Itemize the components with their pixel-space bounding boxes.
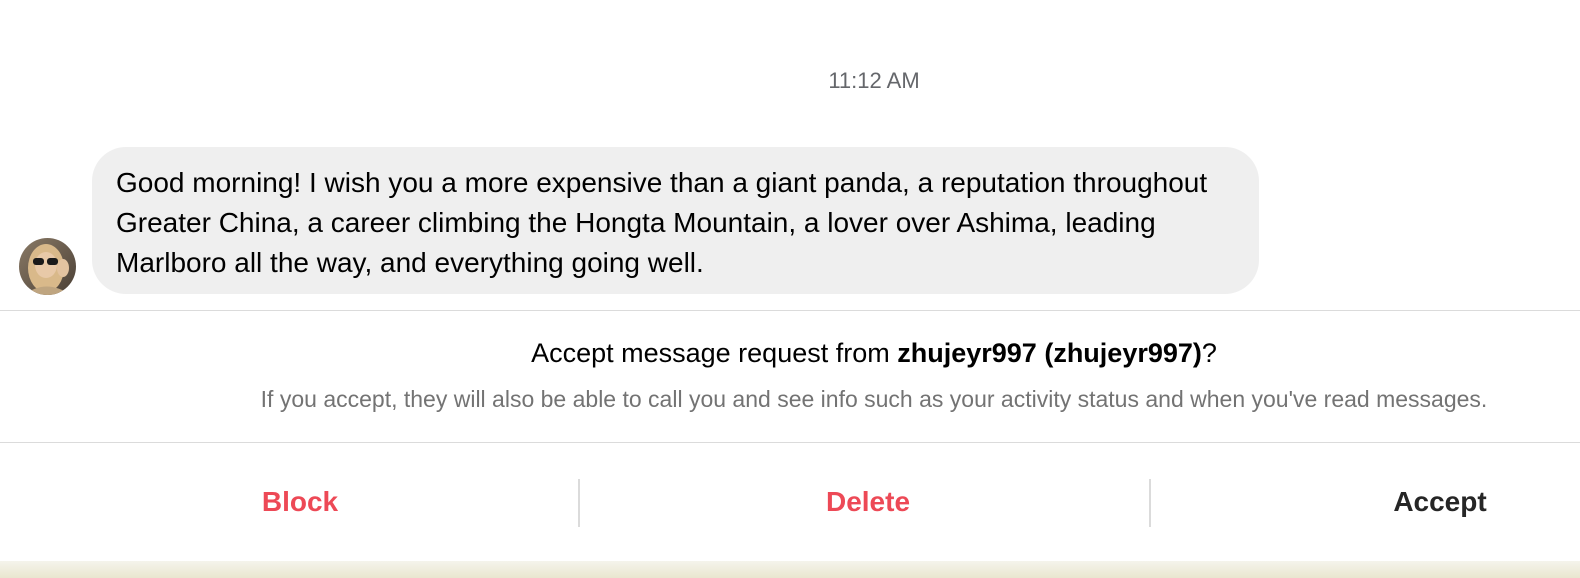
request-title-suffix: ? bbox=[1201, 338, 1217, 368]
accept-button[interactable]: Accept bbox=[1300, 443, 1580, 561]
request-subtitle: If you accept, they will also be able to… bbox=[260, 386, 1488, 412]
action-separator bbox=[578, 479, 580, 527]
message-thread: 11:12 AM Good morning! I wish you a more… bbox=[0, 0, 1580, 311]
request-title: Accept message request from zhujeyr997 (… bbox=[0, 338, 1580, 369]
message-timestamp: 11:12 AM bbox=[828, 68, 920, 93]
request-actions: Block Delete Accept bbox=[0, 443, 1580, 561]
delete-button[interactable]: Delete bbox=[583, 443, 1153, 561]
block-button[interactable]: Block bbox=[0, 443, 600, 561]
divider bbox=[0, 310, 1580, 311]
window-bottom-edge bbox=[0, 561, 1580, 578]
request-title-prefix: Accept message request from bbox=[531, 338, 898, 368]
message-bubble[interactable]: Good morning! I wish you a more expensiv… bbox=[92, 147, 1259, 294]
action-separator bbox=[1149, 479, 1151, 527]
sender-avatar[interactable] bbox=[19, 238, 76, 295]
request-username: zhujeyr997 (zhujeyr997) bbox=[897, 338, 1202, 368]
user-avatar-icon bbox=[19, 238, 76, 295]
message-request-banner: Accept message request from zhujeyr997 (… bbox=[0, 312, 1580, 442]
